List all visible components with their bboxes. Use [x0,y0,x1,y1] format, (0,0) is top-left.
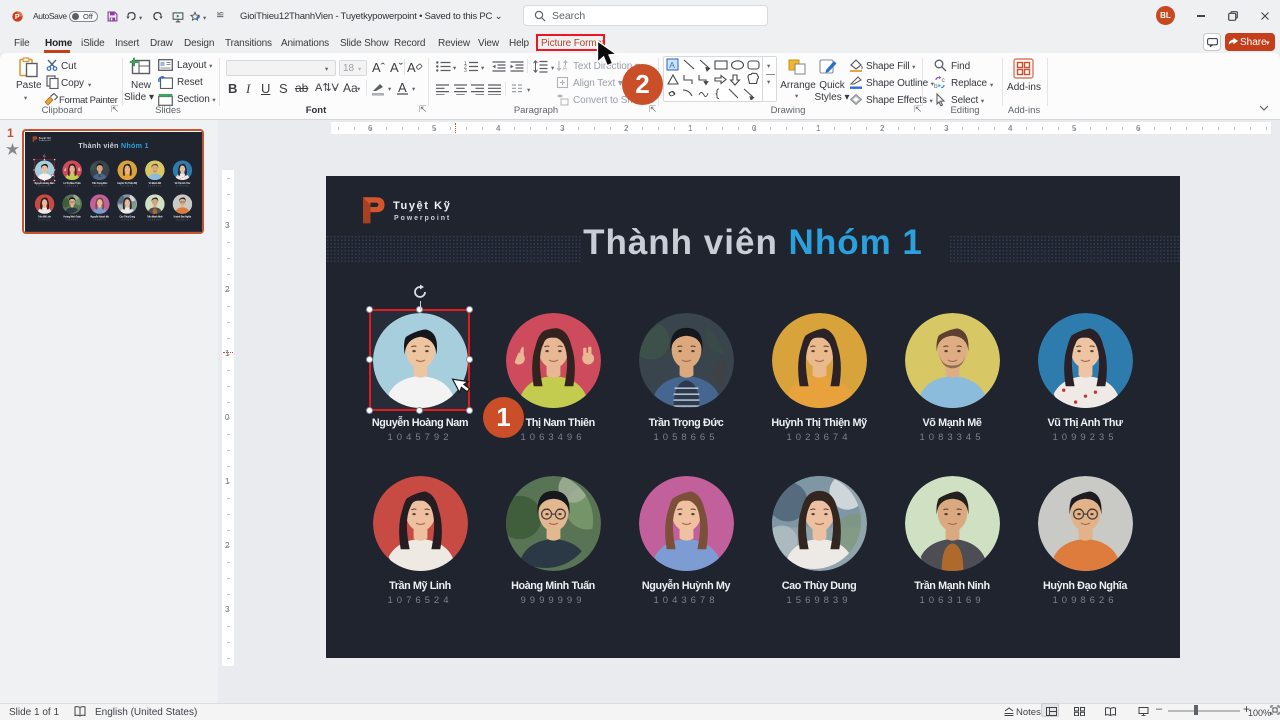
svg-text:3: 3 [464,68,467,72]
svg-text:c: c [942,77,946,84]
svg-text:b: b [934,83,938,89]
svg-text:P: P [15,13,20,21]
svg-text:A: A [563,65,568,72]
svg-text:A: A [669,60,675,70]
